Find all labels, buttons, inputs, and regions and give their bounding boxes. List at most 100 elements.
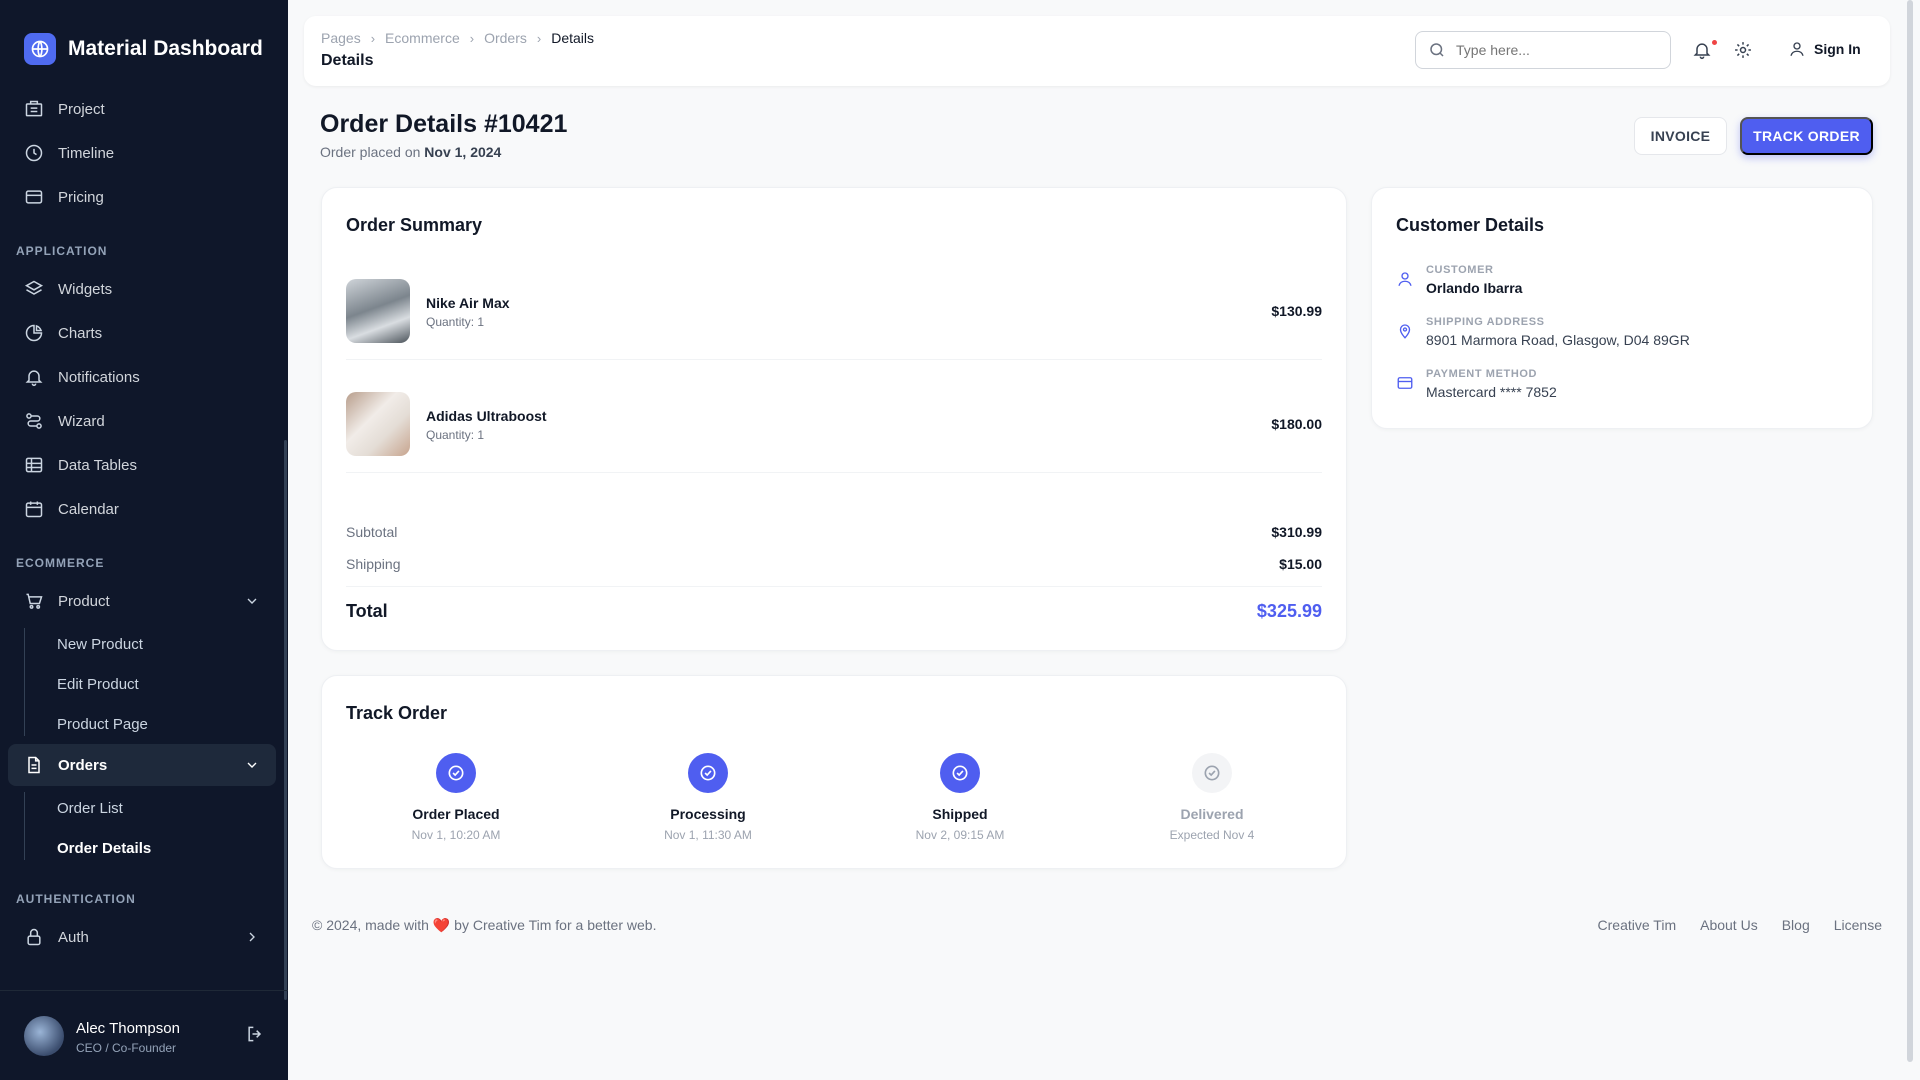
user-role: CEO / Co-Founder <box>76 1041 177 1055</box>
sidebar-item-data-tables[interactable]: Data Tables <box>8 444 276 486</box>
track-order-card: Track Order Order Placed Nov 1, 10:20 AM… <box>321 675 1347 869</box>
sidebar-item-widgets[interactable]: Widgets <box>8 268 276 310</box>
brand-title: Material Dashboard <box>68 37 263 60</box>
shipping-row: Shipping $15.00 <box>346 556 1322 572</box>
user-icon <box>1398 272 1412 286</box>
sidebar-item-charts[interactable]: Charts <box>8 312 276 354</box>
submenu-line <box>24 792 25 860</box>
sidebar-subitem-product-page[interactable]: Product Page <box>57 716 148 733</box>
subtotal-row: Subtotal $310.99 <box>346 524 1322 540</box>
footer-links: Creative Tim About Us Blog License <box>1598 917 1882 933</box>
order-summary-title: Order Summary <box>346 215 483 235</box>
product-image <box>346 392 410 456</box>
sidebar: Material Dashboard Project Timeline Pric… <box>0 0 288 1080</box>
check-circle-icon <box>688 753 728 793</box>
customer-details-title: Customer Details <box>1396 215 1545 235</box>
globe-icon <box>24 33 56 65</box>
list-item[interactable]: Nike Air Max Quantity: 1 $130.99 <box>346 279 1322 343</box>
logout-icon[interactable] <box>245 1024 265 1044</box>
step-name: Processing <box>670 806 746 822</box>
section-label-ecommerce: ECOMMERCE <box>16 556 105 570</box>
footer-copy-before: © 2024, made with <box>312 917 429 933</box>
search-icon <box>1430 43 1444 57</box>
sidebar-item-calendar[interactable]: Calendar <box>8 488 276 530</box>
sidebar-item-label: Auth <box>58 928 89 946</box>
search-box <box>1415 31 1671 69</box>
invoice-button[interactable]: INVOICE <box>1634 117 1727 155</box>
sidebar-scrollbar[interactable] <box>284 440 287 1000</box>
gear-icon[interactable] <box>1733 40 1753 60</box>
step-name: Delivered <box>1180 806 1244 822</box>
tracking-step: Order Placed Nov 1, 10:20 AM <box>356 753 556 842</box>
sidebar-item-pricing[interactable]: Pricing <box>8 176 276 218</box>
pie-chart-icon <box>25 324 43 342</box>
section-label-authentication: AUTHENTICATION <box>16 892 136 906</box>
subtotal-label: Subtotal <box>346 524 398 540</box>
payment-method-key: PAYMENT METHOD <box>1426 368 1538 380</box>
breadcrumb-orders[interactable]: Orders <box>484 30 527 46</box>
product-price: $180.00 <box>1271 416 1322 432</box>
tracking-step: Delivered Expected Nov 4 <box>1112 753 1312 842</box>
sidebar-item-timeline[interactable]: Timeline <box>8 132 276 174</box>
sign-in-button[interactable]: Sign In <box>1788 40 1861 58</box>
shipping-address-value: 8901 Marmora Road, Glasgow, D04 89GR <box>1426 332 1690 348</box>
route-icon <box>26 413 42 429</box>
sidebar-item-label: Project <box>58 100 105 118</box>
breadcrumb: Pages › Ecommerce › Orders › Details <box>321 30 594 46</box>
shipping-value: $15.00 <box>1279 556 1322 572</box>
notifications-bell-icon[interactable] <box>1692 40 1712 60</box>
sidebar-subitem-edit-product[interactable]: Edit Product <box>57 676 139 693</box>
sidebar-item-notifications[interactable]: Notifications <box>8 356 276 398</box>
sidebar-subitem-order-list[interactable]: Order List <box>57 800 123 817</box>
breadcrumb-separator: › <box>536 30 542 46</box>
sidebar-item-product[interactable]: Product <box>8 580 276 622</box>
shipping-address-key: SHIPPING ADDRESS <box>1426 316 1545 328</box>
shipping-label: Shipping <box>346 556 401 572</box>
sidebar-item-label: Notifications <box>58 368 140 386</box>
footer-link-about-us[interactable]: About Us <box>1700 917 1758 933</box>
breadcrumb-pages[interactable]: Pages <box>321 30 361 46</box>
breadcrumb-separator: › <box>469 30 475 46</box>
step-name: Shipped <box>932 806 988 822</box>
customer-details-card: Customer Details CUSTOMER Orlando Ibarra… <box>1371 187 1873 429</box>
divider <box>346 359 1322 360</box>
footer-copy-after: by Creative Tim for a better web. <box>454 917 657 933</box>
order-placed-date: Nov 1, 2024 <box>424 144 502 160</box>
divider <box>346 586 1322 587</box>
calendar-icon <box>25 501 43 518</box>
subtotal-value: $310.99 <box>1271 524 1322 540</box>
step-time: Nov 1, 11:30 AM <box>664 828 752 842</box>
sidebar-subitem-order-details[interactable]: Order Details <box>57 840 151 857</box>
sidebar-item-wizard[interactable]: Wizard <box>8 400 276 442</box>
tracking-step: Shipped Nov 2, 09:15 AM <box>860 753 1060 842</box>
search-input[interactable] <box>1456 42 1656 58</box>
footer-link-license[interactable]: License <box>1834 917 1882 933</box>
product-quantity: Quantity: 1 <box>426 428 485 442</box>
brand[interactable]: Material Dashboard <box>24 33 263 65</box>
avatar[interactable] <box>24 1016 64 1056</box>
file-text-icon <box>28 756 40 774</box>
sidebar-subitem-new-product[interactable]: New Product <box>57 636 143 653</box>
sidebar-item-label: Widgets <box>58 280 113 298</box>
footer-link-blog[interactable]: Blog <box>1782 917 1810 933</box>
divider <box>346 472 1322 473</box>
page-scrollbar[interactable] <box>1907 0 1913 1062</box>
track-order-button[interactable]: TRACK ORDER <box>1740 117 1873 155</box>
sidebar-item-label: Orders <box>58 756 108 774</box>
payment-method-value: Mastercard **** 7852 <box>1426 384 1557 400</box>
clock-icon <box>25 144 43 162</box>
breadcrumb-ecommerce[interactable]: Ecommerce <box>385 30 460 46</box>
submenu-line <box>24 628 25 736</box>
check-circle-icon <box>1192 753 1232 793</box>
sidebar-item-label: Data Tables <box>58 456 137 474</box>
product-name: Adidas Ultraboost <box>426 408 547 424</box>
section-label-application: APPLICATION <box>16 244 108 258</box>
notification-dot <box>1712 40 1717 45</box>
sidebar-item-auth[interactable]: Auth <box>8 916 276 958</box>
sidebar-item-orders[interactable]: Orders <box>8 744 276 786</box>
footer-link-creative-tim[interactable]: Creative Tim <box>1598 917 1677 933</box>
list-item[interactable]: Adidas Ultraboost Quantity: 1 $180.00 <box>346 392 1322 456</box>
product-price: $130.99 <box>1271 303 1322 319</box>
total-value: $325.99 <box>1256 601 1322 621</box>
sidebar-item-project[interactable]: Project <box>8 88 276 130</box>
